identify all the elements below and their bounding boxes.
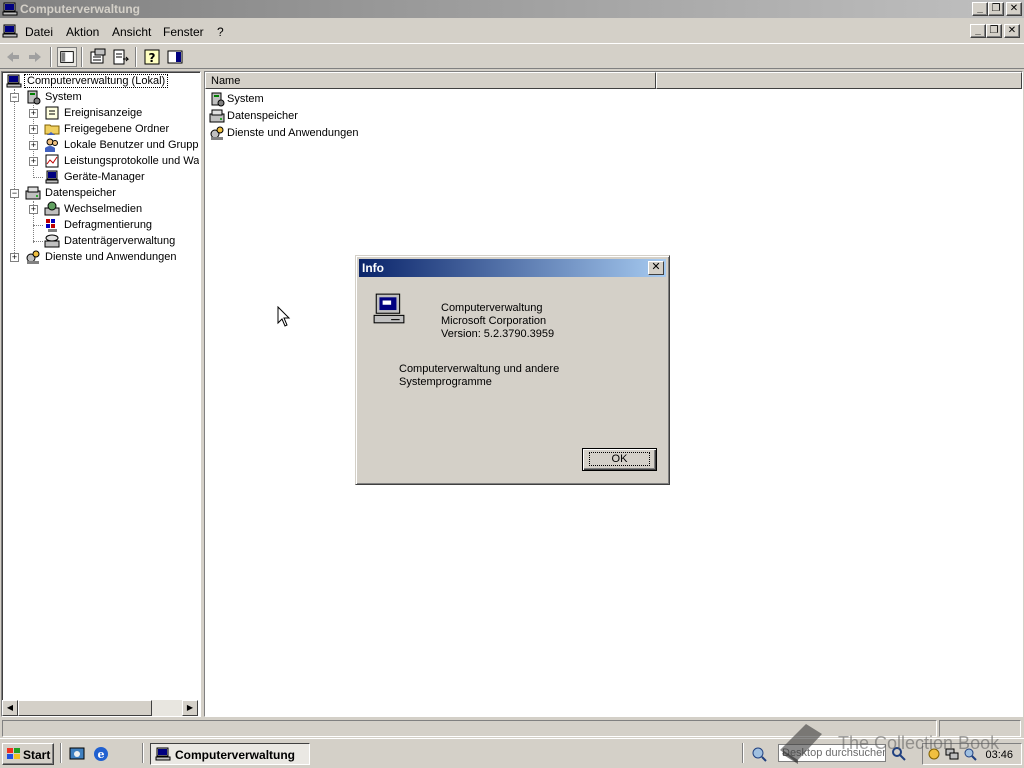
toolbar-separator (50, 47, 52, 67)
computer-management-icon (2, 2, 18, 16)
expand-toggle[interactable]: + (29, 205, 38, 214)
expand-toggle[interactable]: + (29, 157, 38, 166)
expand-toggle[interactable]: + (29, 141, 38, 150)
child-restore-button[interactable]: ❐ (986, 24, 1002, 38)
scroll-left-button[interactable]: ◀ (2, 700, 18, 716)
menu-aktion[interactable]: Aktion (66, 25, 99, 39)
system-tools-icon (27, 90, 41, 105)
ok-button[interactable]: OK (582, 448, 657, 471)
minimize-button[interactable]: _ (972, 2, 988, 16)
dialog-description-line1: Computerverwaltung und andere (399, 363, 560, 375)
dialog-product-name: Computerverwaltung (441, 302, 543, 314)
list-item-datenspeicher[interactable]: Datenspeicher (209, 108, 409, 124)
child-window-icon[interactable] (2, 23, 18, 39)
watermark: The Collection Book (838, 733, 1000, 753)
toolbar-separator (135, 47, 137, 67)
tree-item-root[interactable]: Computerverwaltung (Lokal) (6, 73, 196, 89)
system-tools-icon (211, 92, 225, 107)
dialog-title-bar[interactable]: Info ✕ (359, 259, 666, 277)
dialog-version: Version: 5.2.3790.3959 (441, 328, 555, 340)
computer-icon (373, 293, 405, 324)
tree-horizontal-scrollbar[interactable]: ◀ ▶ (2, 700, 198, 716)
taskbar-item-computerverwaltung[interactable]: Computerverwaltung (150, 743, 310, 765)
window-title: Computerverwaltung (20, 2, 141, 16)
list-header: Name (205, 72, 1022, 89)
child-close-button[interactable]: ✕ (1004, 24, 1020, 38)
dialog-close-button[interactable]: ✕ (648, 261, 664, 275)
event-viewer-icon (45, 106, 59, 120)
help-icon[interactable]: ? (142, 47, 162, 67)
column-header-name[interactable]: Name (205, 72, 656, 89)
export-list-icon[interactable] (111, 47, 131, 67)
dialog-description-line2: Systemprogramme (399, 376, 492, 388)
start-button[interactable]: Start (2, 743, 54, 765)
device-manager-icon (45, 170, 59, 184)
disk-management-icon (44, 234, 60, 248)
child-minimize-button[interactable]: _ (970, 24, 986, 38)
windows-logo-icon (7, 748, 20, 759)
tree-connector (14, 89, 15, 259)
tree-item-datenspeicher[interactable]: − Datenspeicher (10, 185, 200, 201)
internet-explorer-icon[interactable]: e (92, 745, 110, 763)
expand-toggle[interactable]: + (29, 109, 38, 118)
users-icon (45, 138, 58, 152)
tree-item-system[interactable]: − System (10, 89, 200, 105)
menu-help[interactable]: ? (217, 25, 224, 39)
back-arrow-icon[interactable] (3, 47, 23, 67)
services-icon (26, 250, 40, 264)
console-tree[interactable]: Computerverwaltung (Lokal) − System + Er… (1, 71, 201, 717)
book-logo-icon (780, 724, 822, 764)
defrag-icon (46, 219, 57, 232)
services-icon (210, 126, 224, 140)
svg-text:?: ? (149, 51, 156, 65)
tree-item-ereignisanzeige[interactable]: + Ereignisanzeige (29, 105, 199, 121)
list-item-dienste[interactable]: Dienste und Anwendungen (209, 125, 409, 141)
show-hide-tree-icon[interactable] (57, 47, 77, 67)
removable-media-icon (44, 201, 60, 216)
restore-button[interactable]: ❐ (988, 2, 1004, 16)
properties-icon[interactable] (88, 47, 108, 67)
desktop-search-icon[interactable] (750, 745, 768, 763)
shared-folder-icon (44, 124, 60, 135)
storage-icon (209, 109, 225, 123)
expand-toggle[interactable]: + (10, 253, 19, 262)
scroll-thumb[interactable] (18, 700, 152, 716)
scroll-right-button[interactable]: ▶ (182, 700, 198, 716)
tree-item-lokale-benutzer[interactable]: + Lokale Benutzer und Gruppen (29, 137, 199, 153)
storage-icon (25, 186, 41, 200)
svg-text:e: e (98, 748, 105, 761)
menu-datei[interactable]: Datei (25, 25, 53, 39)
mouse-pointer-icon (277, 306, 291, 327)
tree-item-dienste[interactable]: + Dienste und Anwendungen (10, 249, 200, 265)
list-item-system[interactable]: System (209, 91, 409, 107)
info-dialog: Info ✕ Computerverwaltung Microsoft Corp… (355, 255, 670, 485)
menu-fenster[interactable]: Fenster (163, 25, 204, 39)
tree-item-leistungsprotokolle[interactable]: + Leistungsprotokolle und Warnungen (29, 153, 199, 169)
performance-logs-icon (45, 154, 59, 168)
show-desktop-icon[interactable] (68, 745, 86, 763)
tree-item-defragmentierung[interactable]: Defragmentierung (29, 217, 199, 233)
computer-icon (6, 74, 22, 88)
toolbar: ? (0, 43, 1024, 69)
toolbar-separator (81, 47, 83, 67)
menu-bar: Datei Aktion Ansicht Fenster ? _ ❐ ✕ (0, 20, 1024, 42)
window-title-bar[interactable]: Computerverwaltung _ ❐ ✕ (0, 0, 1024, 18)
action-pane-icon[interactable] (165, 47, 185, 67)
tree-item-freigegebene-ordner[interactable]: + Freigegebene Ordner (29, 121, 199, 137)
forward-arrow-icon[interactable] (25, 47, 45, 67)
expand-toggle[interactable]: + (29, 125, 38, 134)
tree-item-wechselmedien[interactable]: + Wechselmedien (29, 201, 199, 217)
dialog-company: Microsoft Corporation (441, 315, 547, 327)
collapse-toggle[interactable]: − (10, 189, 19, 198)
computer-management-icon (155, 747, 171, 761)
column-header-empty[interactable] (656, 72, 1022, 89)
close-button[interactable]: ✕ (1006, 2, 1022, 16)
tree-item-datentraegerverwaltung[interactable]: Datenträgerverwaltung (29, 233, 199, 249)
menu-ansicht[interactable]: Ansicht (112, 25, 151, 39)
collapse-toggle[interactable]: − (10, 93, 19, 102)
tree-item-geraete-manager[interactable]: Geräte-Manager (29, 169, 199, 185)
